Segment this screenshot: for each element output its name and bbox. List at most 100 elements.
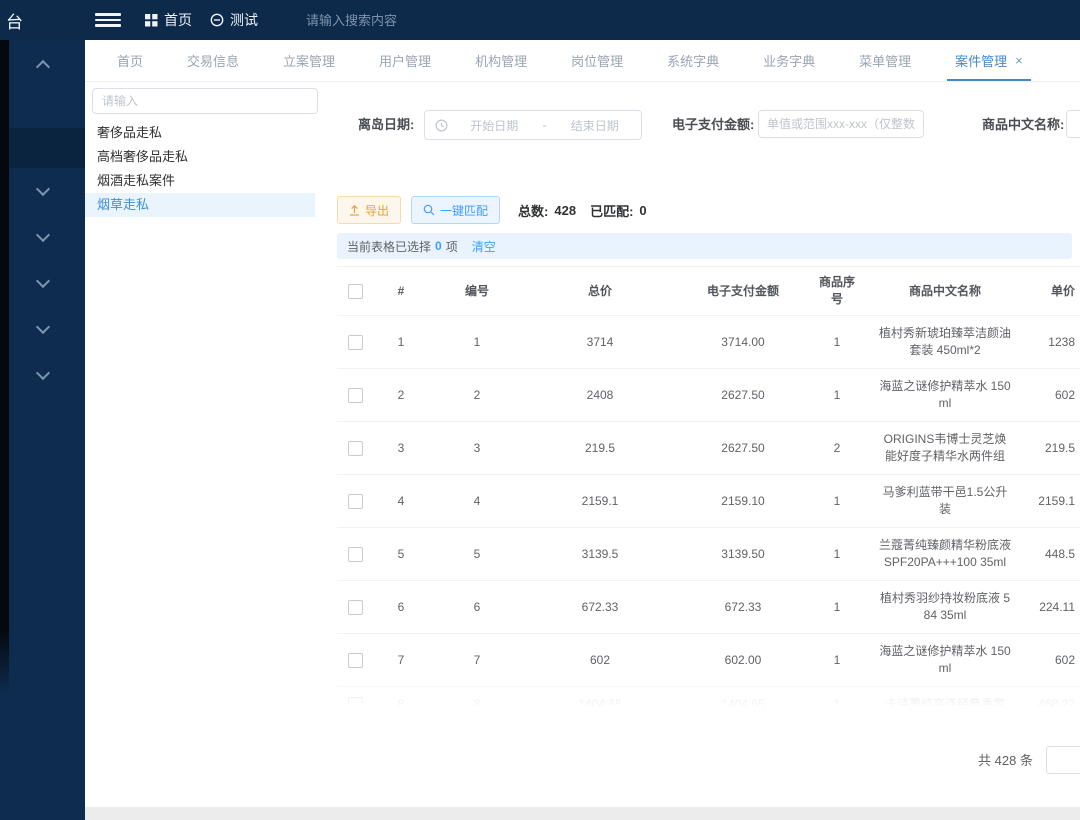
date-start-input[interactable]: 开始日期 (448, 117, 541, 134)
cell-num: 8 (373, 687, 429, 707)
chevron-down-icon (35, 366, 49, 380)
row-checkbox[interactable] (348, 697, 363, 706)
row-checkbox-cell (337, 422, 373, 475)
tab-item[interactable]: 首页 (95, 40, 165, 81)
record-count: 共 428 条 (978, 750, 1033, 769)
table-row[interactable]: 1137143714.001植村秀新琥珀臻萃洁颜油套装 450ml*21238 (337, 316, 1080, 369)
row-checkbox[interactable] (348, 335, 363, 350)
case-type-item[interactable]: 烟草走私 (85, 193, 315, 217)
payment-amount-label: 电子支付金额: (672, 110, 754, 140)
column-header: 编号 (429, 267, 525, 316)
cell-payment: 2627.50 (675, 422, 811, 475)
sidebar-item[interactable] (0, 306, 85, 352)
row-checkbox[interactable] (348, 494, 363, 509)
row-checkbox[interactable] (348, 653, 363, 668)
tab-item[interactable]: 岗位管理 (549, 40, 645, 81)
row-checkbox[interactable] (348, 547, 363, 562)
one-click-match-button[interactable]: 一键匹配 (411, 196, 500, 224)
tab-item[interactable]: 立案管理 (261, 40, 357, 81)
cell-total: 3714 (525, 316, 675, 369)
case-type-item[interactable]: 奢侈品走私 (85, 121, 315, 145)
tab-item[interactable]: 案件管理 × (933, 40, 1045, 81)
tab-item[interactable]: 交易信息 (165, 40, 261, 81)
toolbar: 导出 一键匹配 总数: 428 已匹配: 0 (337, 196, 655, 224)
tab-item[interactable]: 机构管理 (453, 40, 549, 81)
export-button-label: 导出 (365, 202, 389, 219)
export-button[interactable]: 导出 (337, 196, 401, 224)
column-header: 总价 (525, 267, 675, 316)
sidebar-item[interactable] (0, 352, 85, 398)
table-row[interactable]: 881404.651404.651卡诗菁纯亮泽经典香氛468.22 (337, 687, 1080, 707)
payment-amount-input[interactable] (758, 110, 924, 138)
results-table: #编号总价电子支付金额商品序号商品中文名称单价 1137143714.001植村… (337, 266, 1080, 706)
table-header-row: #编号总价电子支付金额商品序号商品中文名称单价 (337, 267, 1080, 316)
tab-item[interactable]: 菜单管理 (837, 40, 933, 81)
sidebar-item[interactable] (0, 168, 85, 214)
cell-price: 468.22 (1027, 687, 1080, 707)
tab-item[interactable]: 系统字典 (645, 40, 741, 81)
clear-selection-link[interactable]: 清空 (472, 238, 496, 255)
sidebar-item[interactable] (0, 40, 85, 90)
case-type-item[interactable]: 烟酒走私案件 (85, 169, 315, 193)
sidebar-item-active[interactable] (0, 128, 85, 168)
row-checkbox[interactable] (348, 600, 363, 615)
cell-seq: 1 (811, 369, 863, 422)
select-all-checkbox[interactable] (348, 284, 363, 299)
cell-name: 植村秀羽纱持妆粉底液 584 35ml (863, 581, 1027, 634)
row-checkbox-cell (337, 528, 373, 581)
cell-num: 2 (373, 369, 429, 422)
sidebar-item[interactable] (0, 260, 85, 306)
table-row[interactable]: 442159.12159.101马爹利蓝带干邑1.5公升装2159.1 (337, 475, 1080, 528)
case-search-input[interactable] (92, 88, 318, 114)
page-size-select[interactable] (1046, 746, 1080, 774)
tab-label: 案件管理 (955, 51, 1007, 70)
cell-code: 1 (429, 316, 525, 369)
chevron-down-icon (35, 274, 49, 288)
row-checkbox-cell (337, 369, 373, 422)
cell-total: 3139.5 (525, 528, 675, 581)
cell-code: 7 (429, 634, 525, 687)
tab-label: 机构管理 (475, 51, 527, 70)
product-name-label: 商品中文名称: (982, 110, 1064, 140)
tab-label: 菜单管理 (859, 51, 911, 70)
tab-item[interactable]: 用户管理 (357, 40, 453, 81)
row-checkbox[interactable] (348, 388, 363, 403)
column-header: 商品序号 (811, 267, 863, 316)
case-type-item[interactable]: 高档奢侈品走私 (85, 145, 315, 169)
tab-label: 用户管理 (379, 51, 431, 70)
nav-test[interactable]: 测试 (210, 10, 258, 30)
search-icon (423, 204, 435, 216)
main-panel: 离岛日期: 开始日期 - 结束日期 电子支付金额: 商品中文名称: (330, 82, 1080, 820)
cell-name: 马爹利蓝带干邑1.5公升装 (863, 475, 1027, 528)
row-checkbox[interactable] (348, 441, 363, 456)
table-row[interactable]: 2224082627.501海蓝之谜修护精萃水 150ml602 (337, 369, 1080, 422)
table-row[interactable]: 553139.53139.501兰蔻菁纯臻颜精华粉底液SPF20PA+++100… (337, 528, 1080, 581)
row-checkbox-cell (337, 316, 373, 369)
header-checkbox-cell (337, 267, 373, 316)
global-search-input[interactable] (304, 12, 528, 29)
table-row[interactable]: 33219.52627.502ORIGINS韦博士灵芝焕能好度子精华水两件组21… (337, 422, 1080, 475)
cell-code: 2 (429, 369, 525, 422)
sidebar-item[interactable] (0, 214, 85, 260)
cell-code: 8 (429, 687, 525, 707)
table-row[interactable]: 66672.33672.331植村秀羽纱持妆粉底液 584 35ml224.11 (337, 581, 1080, 634)
total-label: 总数: (518, 201, 548, 220)
cell-seq: 1 (811, 528, 863, 581)
column-header: # (373, 267, 429, 316)
product-name-input[interactable] (1066, 110, 1080, 138)
matched-label: 已匹配: (590, 201, 633, 220)
selection-info-bar: 当前表格已选择 0 项 清空 (337, 233, 1072, 259)
nav-home[interactable]: 首页 (145, 10, 192, 30)
cell-seq: 1 (811, 475, 863, 528)
menu-toggle-icon[interactable] (95, 11, 121, 29)
cell-name: ORIGINS韦博士灵芝焕能好度子精华水两件组 (863, 422, 1027, 475)
cell-total: 2408 (525, 369, 675, 422)
close-icon[interactable]: × (1015, 54, 1023, 67)
table-row[interactable]: 77602602.001海蓝之谜修护精萃水 150ml602 (337, 634, 1080, 687)
tab-item[interactable]: 业务字典 (741, 40, 837, 81)
cell-num: 6 (373, 581, 429, 634)
date-end-input[interactable]: 结束日期 (549, 117, 642, 134)
chevron-down-icon (35, 228, 49, 242)
date-range-picker[interactable]: 开始日期 - 结束日期 (424, 110, 642, 140)
cell-payment: 3714.00 (675, 316, 811, 369)
